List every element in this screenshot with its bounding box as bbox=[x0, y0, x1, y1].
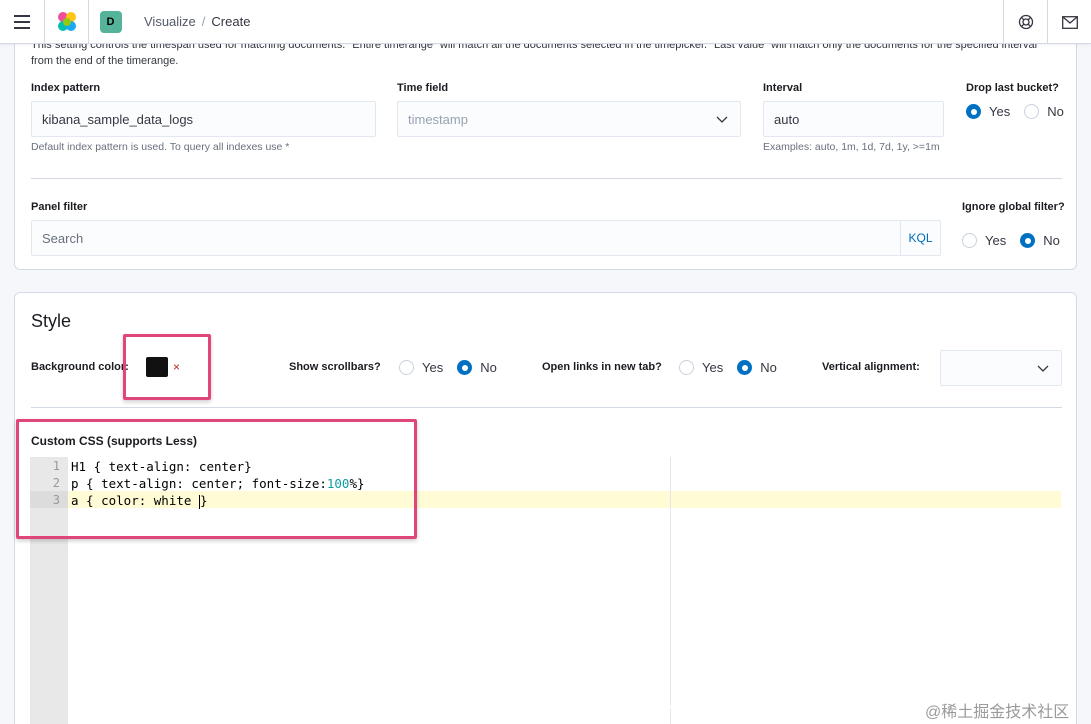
kibana-logo-icon[interactable] bbox=[44, 0, 88, 44]
radio-label-yes: Yes bbox=[989, 104, 1011, 119]
ignore-global-filter-label: Ignore global filter? bbox=[962, 201, 1065, 213]
space-avatar: D bbox=[99, 10, 122, 33]
interval-value: auto bbox=[774, 111, 800, 127]
chevron-down-icon bbox=[1037, 365, 1049, 372]
background-color-swatch[interactable] bbox=[146, 357, 168, 377]
time-field-placeholder: timestamp bbox=[408, 111, 468, 127]
open-links-yes[interactable]: Yes bbox=[679, 360, 723, 375]
radio-label-yes: Yes bbox=[985, 233, 1007, 248]
custom-css-label: Custom CSS (supports Less) bbox=[31, 434, 198, 448]
ignore-global-filter-radios: Yes No bbox=[962, 233, 1074, 248]
time-field-label: Time field bbox=[397, 82, 449, 94]
kql-language-button[interactable]: KQL bbox=[900, 221, 940, 255]
code-line[interactable]: a { color: white } bbox=[71, 493, 207, 509]
menu-icon[interactable] bbox=[0, 0, 44, 44]
show-scrollbars-no[interactable]: No bbox=[457, 360, 497, 375]
radio-label-yes: Yes bbox=[702, 360, 724, 375]
ignore-global-filter-no[interactable]: No bbox=[1020, 233, 1060, 248]
code-number-token: 100 bbox=[326, 476, 350, 491]
radio-checked-icon bbox=[737, 360, 753, 375]
watermark-site: @稀土掘金技术社区 bbox=[925, 704, 1070, 721]
vertical-alignment-label: Vertical alignment: bbox=[822, 361, 920, 373]
radio-checked-icon bbox=[1020, 233, 1036, 248]
panel-filter-label: Panel filter bbox=[31, 201, 88, 213]
interval-label: Interval bbox=[763, 82, 803, 94]
code-line[interactable]: H1 { text-align: center} bbox=[71, 459, 252, 474]
line-number: 2 bbox=[52, 476, 60, 490]
vertical-alignment-select[interactable] bbox=[940, 350, 1062, 386]
radio-checked-icon bbox=[457, 360, 473, 375]
line-number: 3 bbox=[52, 493, 60, 507]
interval-help: Examples: auto, 1m, 1d, 7d, 1y, >=1m bbox=[763, 141, 940, 153]
editor-active-line bbox=[68, 491, 1061, 508]
code-token: } bbox=[199, 493, 208, 508]
radio-label-yes: Yes bbox=[422, 360, 444, 375]
open-links-no[interactable]: No bbox=[737, 360, 777, 375]
chevron-down-icon bbox=[716, 116, 728, 123]
radio-unchecked-icon bbox=[1024, 104, 1040, 119]
radio-unchecked-icon bbox=[399, 360, 414, 375]
watermark-url: https://blog.csdn.net/Ubun bbox=[478, 676, 923, 717]
data-options-panel: This setting controls the timespan used … bbox=[14, 30, 1077, 270]
radio-label-no: No bbox=[760, 360, 777, 375]
radio-label-no: No bbox=[1043, 233, 1060, 248]
index-pattern-help: Default index pattern is used. To query … bbox=[31, 141, 290, 153]
ignore-global-filter-yes[interactable]: Yes bbox=[962, 233, 1006, 248]
drop-last-bucket-yes[interactable]: Yes bbox=[966, 104, 1010, 119]
index-pattern-label: Index pattern bbox=[31, 82, 101, 94]
time-field-select[interactable]: timestamp bbox=[397, 101, 741, 137]
panel-filter-input[interactable]: Search KQL bbox=[31, 220, 941, 256]
radio-checked-icon bbox=[966, 104, 981, 119]
open-links-label: Open links in new tab? bbox=[542, 361, 662, 373]
code-token: p { text-align: center; font-size: bbox=[71, 476, 327, 491]
radio-label-no: No bbox=[1047, 104, 1064, 119]
radio-label-no: No bbox=[480, 360, 497, 375]
divider bbox=[31, 178, 1062, 179]
background-color-label: Background color: bbox=[31, 361, 129, 373]
mail-icon[interactable] bbox=[1047, 0, 1091, 44]
breadcrumb-visualize[interactable]: Visualize bbox=[144, 14, 196, 29]
open-links-radios: Yes No bbox=[679, 360, 791, 375]
code-line[interactable]: p { text-align: center; font-size:100%} bbox=[71, 476, 365, 491]
top-header: D Visualize / Create bbox=[0, 0, 1091, 44]
help-icon[interactable] bbox=[1003, 0, 1047, 44]
clear-color-icon[interactable]: × bbox=[173, 360, 180, 374]
drop-last-bucket-no[interactable]: No bbox=[1024, 104, 1064, 119]
line-number: 1 bbox=[52, 459, 60, 473]
show-scrollbars-yes[interactable]: Yes bbox=[399, 360, 443, 375]
code-token: a { color: white bbox=[71, 493, 199, 508]
show-scrollbars-radios: Yes No bbox=[399, 360, 511, 375]
interval-input[interactable]: auto bbox=[763, 101, 944, 137]
drop-last-bucket-radios: Yes No bbox=[966, 104, 1078, 119]
breadcrumb: Visualize / Create bbox=[144, 14, 250, 29]
style-title: Style bbox=[31, 311, 72, 331]
radio-unchecked-icon bbox=[679, 360, 694, 375]
panel-filter-placeholder: Search bbox=[42, 230, 84, 246]
space-selector[interactable]: D bbox=[88, 0, 132, 44]
index-pattern-value: kibana_sample_data_logs bbox=[42, 111, 194, 127]
drop-last-bucket-label: Drop last bucket? bbox=[966, 82, 1059, 94]
show-scrollbars-label: Show scrollbars? bbox=[289, 361, 381, 373]
code-token: %} bbox=[349, 476, 365, 491]
divider bbox=[31, 407, 1062, 408]
breadcrumb-separator: / bbox=[201, 14, 206, 29]
index-pattern-input[interactable]: kibana_sample_data_logs bbox=[31, 101, 376, 137]
breadcrumb-create: Create bbox=[211, 14, 251, 29]
radio-unchecked-icon bbox=[962, 233, 977, 248]
